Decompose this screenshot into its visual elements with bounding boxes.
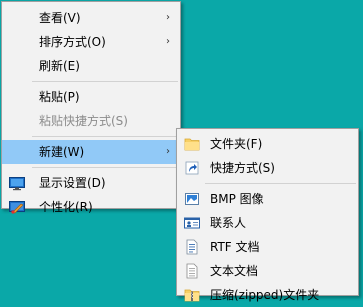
menu-item-label: 排序方式(O) <box>39 35 106 49</box>
menu-item-label: 压缩(zipped)文件夹 <box>210 288 320 302</box>
menu-separator <box>32 136 178 137</box>
chevron-right-icon: › <box>166 12 170 23</box>
submenu-item-rtf-document[interactable]: RTF 文档 <box>177 235 358 259</box>
menu-item-sort-by[interactable]: 排序方式(O) › <box>2 30 180 54</box>
chevron-right-icon: › <box>166 146 170 157</box>
bitmap-image-icon <box>185 193 199 205</box>
submenu-item-text-document[interactable]: 文本文档 <box>177 259 358 283</box>
menu-item-label: 显示设置(D) <box>39 176 106 190</box>
menu-item-label: 文本文档 <box>210 264 259 278</box>
menu-item-paste-shortcut: 粘贴快捷方式(S) <box>2 109 180 133</box>
menu-item-label: 粘贴快捷方式(S) <box>39 114 128 128</box>
menu-item-label: 个性化(R) <box>39 200 93 214</box>
contact-icon <box>184 217 200 229</box>
shortcut-icon <box>185 161 199 175</box>
submenu-item-bmp-image[interactable]: BMP 图像 <box>177 187 358 211</box>
personalize-icon <box>9 201 25 214</box>
menu-separator <box>32 81 178 82</box>
menu-item-label: 新建(W) <box>39 145 85 159</box>
menu-item-label: 快捷方式(S) <box>210 161 275 175</box>
menu-item-display-settings[interactable]: 显示设置(D) <box>2 171 180 195</box>
display-icon <box>9 177 25 191</box>
menu-item-personalize[interactable]: 个性化(R) <box>2 195 180 219</box>
text-document-icon <box>186 263 198 279</box>
menu-item-label: 刷新(E) <box>39 59 80 73</box>
rtf-document-icon <box>186 239 198 255</box>
menu-item-label: 文件夹(F) <box>210 137 263 151</box>
menu-separator <box>205 183 356 184</box>
chevron-right-icon: › <box>166 36 170 47</box>
folder-icon <box>184 138 200 151</box>
zip-folder-icon <box>184 289 200 302</box>
menu-item-label: BMP 图像 <box>210 192 264 206</box>
menu-item-label: 联系人 <box>210 216 247 230</box>
menu-separator <box>32 167 178 168</box>
menu-item-refresh[interactable]: 刷新(E) <box>2 54 180 78</box>
menu-item-label: RTF 文档 <box>210 240 260 254</box>
menu-item-view[interactable]: 查看(V) › <box>2 6 180 30</box>
menu-item-new[interactable]: 新建(W) › <box>2 140 180 164</box>
new-submenu: 文件夹(F) 快捷方式(S) BMP 图像 联系人 RTF 文档 文本文档 压缩… <box>176 128 359 302</box>
submenu-item-folder[interactable]: 文件夹(F) <box>177 132 358 156</box>
submenu-item-shortcut[interactable]: 快捷方式(S) <box>177 156 358 180</box>
desktop-context-menu: 查看(V) › 排序方式(O) › 刷新(E) 粘贴(P) 粘贴快捷方式(S) … <box>1 1 181 214</box>
submenu-item-contact[interactable]: 联系人 <box>177 211 358 235</box>
menu-item-label: 粘贴(P) <box>39 90 80 104</box>
submenu-item-zip-folder[interactable]: 压缩(zipped)文件夹 <box>177 283 358 307</box>
menu-item-label: 查看(V) <box>39 11 81 25</box>
menu-item-paste[interactable]: 粘贴(P) <box>2 85 180 109</box>
